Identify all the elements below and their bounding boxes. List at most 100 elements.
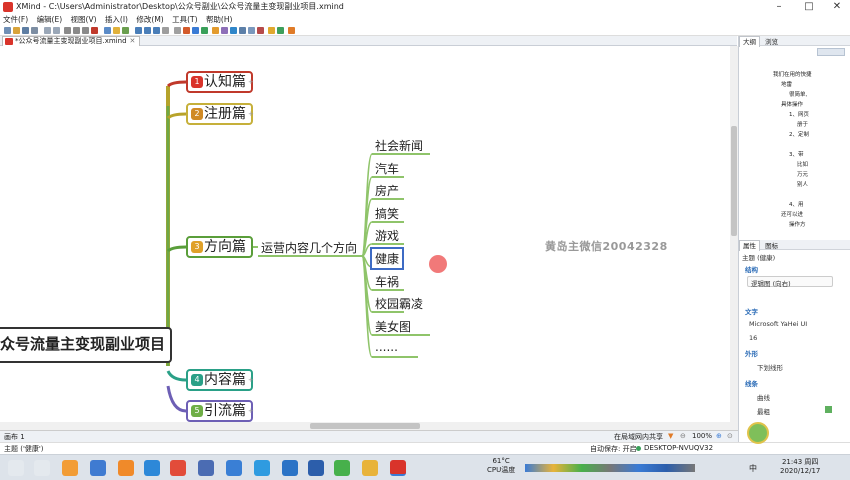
horizontal-scrollbar[interactable] [0,422,738,430]
outline-item[interactable]: 很简单, [789,90,850,98]
idea-icon[interactable] [113,27,120,34]
central-topic[interactable]: 众号流量主变现副业项目 [0,327,172,363]
branch-topic-4[interactable]: 4 内容篇 [186,369,253,391]
section-text[interactable]: 文字 [745,306,758,316]
shape-value[interactable]: 下划线形 [757,362,783,372]
app-icon-4[interactable] [144,460,160,476]
outline-item[interactable]: 具体操作 [781,100,850,108]
branch-topic-2[interactable]: 2 注册篇 [186,103,253,125]
outline-item[interactable]: 比如 [797,160,850,168]
document-tab[interactable]: *公众号流量主变现副业项目.xmind ✕ [2,36,141,46]
horizontal-scroll-thumb[interactable] [310,423,420,429]
outline-item[interactable]: 4、用 [789,200,850,208]
undo-icon[interactable] [44,27,51,34]
label-icon[interactable] [192,27,199,34]
leaf-topic-selected[interactable]: 健康 [370,247,405,270]
app-icon-6[interactable] [198,460,214,476]
presentation-icon[interactable] [268,27,275,34]
outline-item[interactable]: 我们在用的快捷 [773,70,850,78]
boundary-icon[interactable] [144,27,151,34]
fit-icon[interactable]: ⊙ [727,432,733,440]
app-icon-2[interactable] [90,460,106,476]
app-icon-7[interactable] [226,460,242,476]
section-structure[interactable]: 结构 [745,264,758,274]
redo-icon[interactable] [53,27,60,34]
note-icon[interactable] [162,27,169,34]
copy-icon[interactable] [73,27,80,34]
leaf-topic[interactable]: ...... [375,340,398,354]
maximize-button[interactable]: □ [794,0,824,14]
relationship-icon[interactable] [135,27,142,34]
outline-view-toggle-icon[interactable] [817,48,845,56]
line-curve-value[interactable]: 曲线 [757,392,770,402]
outline-item[interactable]: 地雷 [781,80,850,88]
subtopic-icon[interactable] [122,27,129,34]
audio-icon[interactable] [230,27,237,34]
app-icon-8[interactable] [254,460,270,476]
expand-icon-4[interactable]: + [248,376,254,384]
stop-icon[interactable] [257,27,264,34]
paste-icon[interactable] [82,27,89,34]
leaf-topic[interactable]: 搞笑 [375,205,399,222]
expand-icon-2[interactable]: + [248,110,254,118]
app-icon-9[interactable] [282,460,298,476]
sheet-tab[interactable]: 画布 1 [4,432,25,442]
new-file-icon[interactable] [4,27,11,34]
outline-item[interactable]: 还可以进 [781,210,850,218]
xmind-taskbar-icon[interactable] [390,460,406,476]
zoom-out-icon[interactable]: ⊖ [680,432,686,440]
expand-icon-5[interactable]: + [248,407,254,415]
outline-item[interactable]: 1、网页 [789,110,850,118]
close-tab-icon[interactable]: ✕ [130,37,136,45]
chrome-icon[interactable] [170,460,186,476]
cut-icon[interactable] [64,27,71,34]
outline-item[interactable]: 2、定制 [789,130,850,138]
minimize-button[interactable]: – [764,0,794,14]
outline-item[interactable]: 册于 [797,120,850,128]
section-line[interactable]: 线条 [745,378,758,388]
leaf-topic[interactable]: 社会新闻 [375,137,423,154]
save-all-icon[interactable] [31,27,38,34]
marker-icon[interactable] [183,27,190,34]
mindmap-canvas[interactable]: 1 认知篇 + 2 注册篇 + 3 方向篇 4 内容篇 + 5 引流篇 + 运营内容几个方… [0,46,730,422]
leaf-topic[interactable]: 房产 [375,182,399,199]
vertical-scrollbar[interactable] [730,46,738,422]
tab-overview[interactable]: 浏览 [762,37,781,47]
lan-share-label[interactable]: 在局域网内共享 [614,432,663,442]
menu-help[interactable]: 帮助(H) [206,15,233,24]
summary-icon[interactable] [153,27,160,34]
ime-indicator[interactable]: 中 [749,463,757,474]
delete-icon[interactable] [91,27,98,34]
branch-topic-3[interactable]: 3 方向篇 [186,236,253,258]
outline-item[interactable]: 3、带 [789,150,850,158]
tray-icons[interactable] [525,464,695,472]
app-icon-3[interactable] [118,460,134,476]
menu-insert[interactable]: 插入(I) [105,15,128,24]
tab-properties[interactable]: 属性 [739,240,760,251]
autosave-status[interactable]: 自动保存: 开启 [590,444,637,454]
outline-item[interactable]: 操作方 [789,220,850,228]
attachment-icon[interactable] [174,27,181,34]
tab-icons[interactable]: 图标 [762,241,781,251]
leaf-topic[interactable]: 汽车 [375,160,399,177]
app-icon-11[interactable] [334,460,350,476]
open-folder-icon[interactable] [13,27,20,34]
leaf-topic[interactable]: 游戏 [375,227,399,244]
hyperlink-icon[interactable] [212,27,219,34]
share-icon[interactable] [277,27,284,34]
vertical-scroll-thumb[interactable] [731,126,737,236]
font-size-select[interactable]: 16 [749,334,757,342]
clock[interactable]: 21:43 周四 2020/12/17 [780,457,820,475]
menu-tools[interactable]: 工具(T) [172,15,197,24]
task-view-icon[interactable] [34,460,50,476]
menu-file[interactable]: 文件(F) [3,15,28,24]
menu-modify[interactable]: 修改(M) [136,15,163,24]
font-select[interactable]: Microsoft YaHei UI [749,320,807,328]
subtopic-directions[interactable]: 运营内容几个方向 [261,239,357,256]
filter-icon[interactable]: ▼ [668,432,673,440]
branch-topic-1[interactable]: 1 认知篇 [186,71,253,93]
line-width-value[interactable]: 最粗 [757,406,770,416]
branch-topic-5[interactable]: 5 引流篇 [186,400,253,422]
image-icon[interactable] [201,27,208,34]
tab-outline[interactable]: 大纲 [739,36,760,47]
